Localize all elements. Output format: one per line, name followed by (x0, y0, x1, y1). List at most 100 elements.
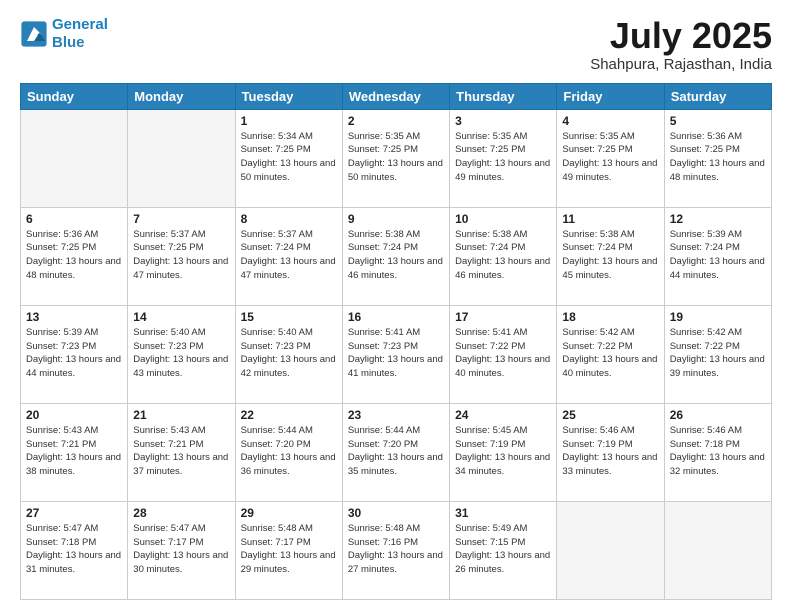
calendar-cell: 11Sunrise: 5:38 AM Sunset: 7:24 PM Dayli… (557, 207, 664, 305)
calendar-cell: 29Sunrise: 5:48 AM Sunset: 7:17 PM Dayli… (235, 501, 342, 599)
day-number: 4 (562, 114, 658, 128)
day-number: 3 (455, 114, 551, 128)
calendar-cell: 17 Sunrise: 5:41 AM Sunset: 7:22 PM Dayli… (450, 305, 557, 403)
day-number: 29 (241, 506, 337, 520)
day-info: Sunrise: 5:43 AM Sunset: 7:21 PM Dayligh… (26, 424, 122, 479)
calendar-cell: 8Sunrise: 5:37 AM Sunset: 7:24 PM Daylig… (235, 207, 342, 305)
calendar-cell: 15Sunrise: 5:40 AM Sunset: 7:23 PM Dayli… (235, 305, 342, 403)
day-number: 31 (455, 506, 551, 520)
logo-line2: Blue (52, 34, 85, 51)
day-number: 16 (348, 310, 444, 324)
main-title: July 2025 (590, 16, 772, 56)
calendar-cell: 21Sunrise: 5:43 AM Sunset: 7:21 PM Dayli… (128, 403, 235, 501)
calendar-day-header: Thursday (450, 83, 557, 109)
day-number: 10 (455, 212, 551, 226)
calendar-day-header: Wednesday (342, 83, 449, 109)
day-number: 12 (670, 212, 766, 226)
day-info: Sunrise: 5:47 AM Sunset: 7:18 PM Dayligh… (26, 522, 122, 577)
calendar-day-header: Saturday (664, 83, 771, 109)
calendar-table: SundayMondayTuesdayWednesdayThursdayFrid… (20, 83, 772, 600)
calendar-day-header: Sunday (21, 83, 128, 109)
calendar-cell (664, 501, 771, 599)
calendar-cell: 18 Sunrise: 5:42 AM Sunset: 7:22 PM Dayli… (557, 305, 664, 403)
day-info: Sunrise: 5:39 AM Sunset: 7:24 PM Dayligh… (670, 228, 766, 283)
day-info: Sunrise: 5:41 AM Sunset: 7:22 PM Dayligh… (455, 326, 551, 381)
day-info: Sunrise: 5:39 AM Sunset: 7:23 PM Dayligh… (26, 326, 122, 381)
calendar-cell: 9 Sunrise: 5:38 AM Sunset: 7:24 PM Daylig… (342, 207, 449, 305)
calendar-week-row: 27Sunrise: 5:47 AM Sunset: 7:18 PM Dayli… (21, 501, 772, 599)
day-number: 9 (348, 212, 444, 226)
day-number: 18 (562, 310, 658, 324)
day-info: Sunrise: 5:37 AM Sunset: 7:25 PM Dayligh… (133, 228, 229, 283)
day-number: 26 (670, 408, 766, 422)
logo-icon (20, 20, 48, 48)
day-number: 20 (26, 408, 122, 422)
day-number: 17 (455, 310, 551, 324)
calendar-cell: 10 Sunrise: 5:38 AM Sunset: 7:24 PM Dayli… (450, 207, 557, 305)
calendar-cell: 25Sunrise: 5:46 AM Sunset: 7:19 PM Dayli… (557, 403, 664, 501)
day-info: Sunrise: 5:40 AM Sunset: 7:23 PM Dayligh… (133, 326, 229, 381)
logo-text: General Blue (52, 16, 108, 52)
day-info: Sunrise: 5:42 AM Sunset: 7:22 PM Dayligh… (670, 326, 766, 381)
calendar-cell: 3 Sunrise: 5:35 AM Sunset: 7:25 PM Daylig… (450, 109, 557, 207)
calendar-week-row: 1 Sunrise: 5:34 AM Sunset: 7:25 PM Daylig… (21, 109, 772, 207)
calendar-cell: 28Sunrise: 5:47 AM Sunset: 7:17 PM Dayli… (128, 501, 235, 599)
day-info: Sunrise: 5:38 AM Sunset: 7:24 PM Dayligh… (348, 228, 444, 283)
day-number: 23 (348, 408, 444, 422)
day-info: Sunrise: 5:38 AM Sunset: 7:24 PM Dayligh… (562, 228, 658, 283)
day-info: Sunrise: 5:44 AM Sunset: 7:20 PM Dayligh… (348, 424, 444, 479)
calendar-cell: 24Sunrise: 5:45 AM Sunset: 7:19 PM Dayli… (450, 403, 557, 501)
day-number: 30 (348, 506, 444, 520)
day-info: Sunrise: 5:43 AM Sunset: 7:21 PM Dayligh… (133, 424, 229, 479)
header: General Blue July 2025 Shahpura, Rajasth… (20, 16, 772, 73)
calendar-cell: 6 Sunrise: 5:36 AM Sunset: 7:25 PM Daylig… (21, 207, 128, 305)
day-number: 8 (241, 212, 337, 226)
calendar-week-row: 6 Sunrise: 5:36 AM Sunset: 7:25 PM Daylig… (21, 207, 772, 305)
day-info: Sunrise: 5:42 AM Sunset: 7:22 PM Dayligh… (562, 326, 658, 381)
day-number: 5 (670, 114, 766, 128)
logo-line1: General (52, 16, 108, 33)
day-number: 2 (348, 114, 444, 128)
day-info: Sunrise: 5:46 AM Sunset: 7:18 PM Dayligh… (670, 424, 766, 479)
day-info: Sunrise: 5:35 AM Sunset: 7:25 PM Dayligh… (562, 130, 658, 185)
calendar-cell: 19 Sunrise: 5:42 AM Sunset: 7:22 PM Dayli… (664, 305, 771, 403)
day-number: 22 (241, 408, 337, 422)
calendar-cell: 27Sunrise: 5:47 AM Sunset: 7:18 PM Dayli… (21, 501, 128, 599)
calendar-week-row: 20 Sunrise: 5:43 AM Sunset: 7:21 PM Dayli… (21, 403, 772, 501)
day-number: 24 (455, 408, 551, 422)
day-number: 19 (670, 310, 766, 324)
day-number: 7 (133, 212, 229, 226)
day-info: Sunrise: 5:49 AM Sunset: 7:15 PM Dayligh… (455, 522, 551, 577)
day-number: 28 (133, 506, 229, 520)
calendar-cell (21, 109, 128, 207)
calendar-cell: 20 Sunrise: 5:43 AM Sunset: 7:21 PM Dayli… (21, 403, 128, 501)
sub-title: Shahpura, Rajasthan, India (590, 56, 772, 73)
day-info: Sunrise: 5:36 AM Sunset: 7:25 PM Dayligh… (670, 130, 766, 185)
calendar-cell: 5 Sunrise: 5:36 AM Sunset: 7:25 PM Daylig… (664, 109, 771, 207)
day-info: Sunrise: 5:38 AM Sunset: 7:24 PM Dayligh… (455, 228, 551, 283)
calendar-cell: 16Sunrise: 5:41 AM Sunset: 7:23 PM Dayli… (342, 305, 449, 403)
day-number: 25 (562, 408, 658, 422)
day-number: 14 (133, 310, 229, 324)
day-number: 6 (26, 212, 122, 226)
calendar-cell: 14 Sunrise: 5:40 AM Sunset: 7:23 PM Dayli… (128, 305, 235, 403)
day-info: Sunrise: 5:40 AM Sunset: 7:23 PM Dayligh… (241, 326, 337, 381)
calendar-cell: 4 Sunrise: 5:35 AM Sunset: 7:25 PM Daylig… (557, 109, 664, 207)
title-block: July 2025 Shahpura, Rajasthan, India (590, 16, 772, 73)
calendar-day-header: Monday (128, 83, 235, 109)
calendar-cell: 22 Sunrise: 5:44 AM Sunset: 7:20 PM Dayli… (235, 403, 342, 501)
page: General Blue July 2025 Shahpura, Rajasth… (0, 0, 792, 612)
calendar-cell (128, 109, 235, 207)
day-number: 1 (241, 114, 337, 128)
day-info: Sunrise: 5:44 AM Sunset: 7:20 PM Dayligh… (241, 424, 337, 479)
calendar-cell: 2Sunrise: 5:35 AM Sunset: 7:25 PM Daylig… (342, 109, 449, 207)
calendar-week-row: 13Sunrise: 5:39 AM Sunset: 7:23 PM Dayli… (21, 305, 772, 403)
day-info: Sunrise: 5:36 AM Sunset: 7:25 PM Dayligh… (26, 228, 122, 283)
day-info: Sunrise: 5:34 AM Sunset: 7:25 PM Dayligh… (241, 130, 337, 185)
day-info: Sunrise: 5:35 AM Sunset: 7:25 PM Dayligh… (455, 130, 551, 185)
calendar-header-row: SundayMondayTuesdayWednesdayThursdayFrid… (21, 83, 772, 109)
calendar-cell: 12 Sunrise: 5:39 AM Sunset: 7:24 PM Dayli… (664, 207, 771, 305)
calendar-cell: 31 Sunrise: 5:49 AM Sunset: 7:15 PM Dayli… (450, 501, 557, 599)
calendar-cell: 30Sunrise: 5:48 AM Sunset: 7:16 PM Dayli… (342, 501, 449, 599)
calendar-cell (557, 501, 664, 599)
